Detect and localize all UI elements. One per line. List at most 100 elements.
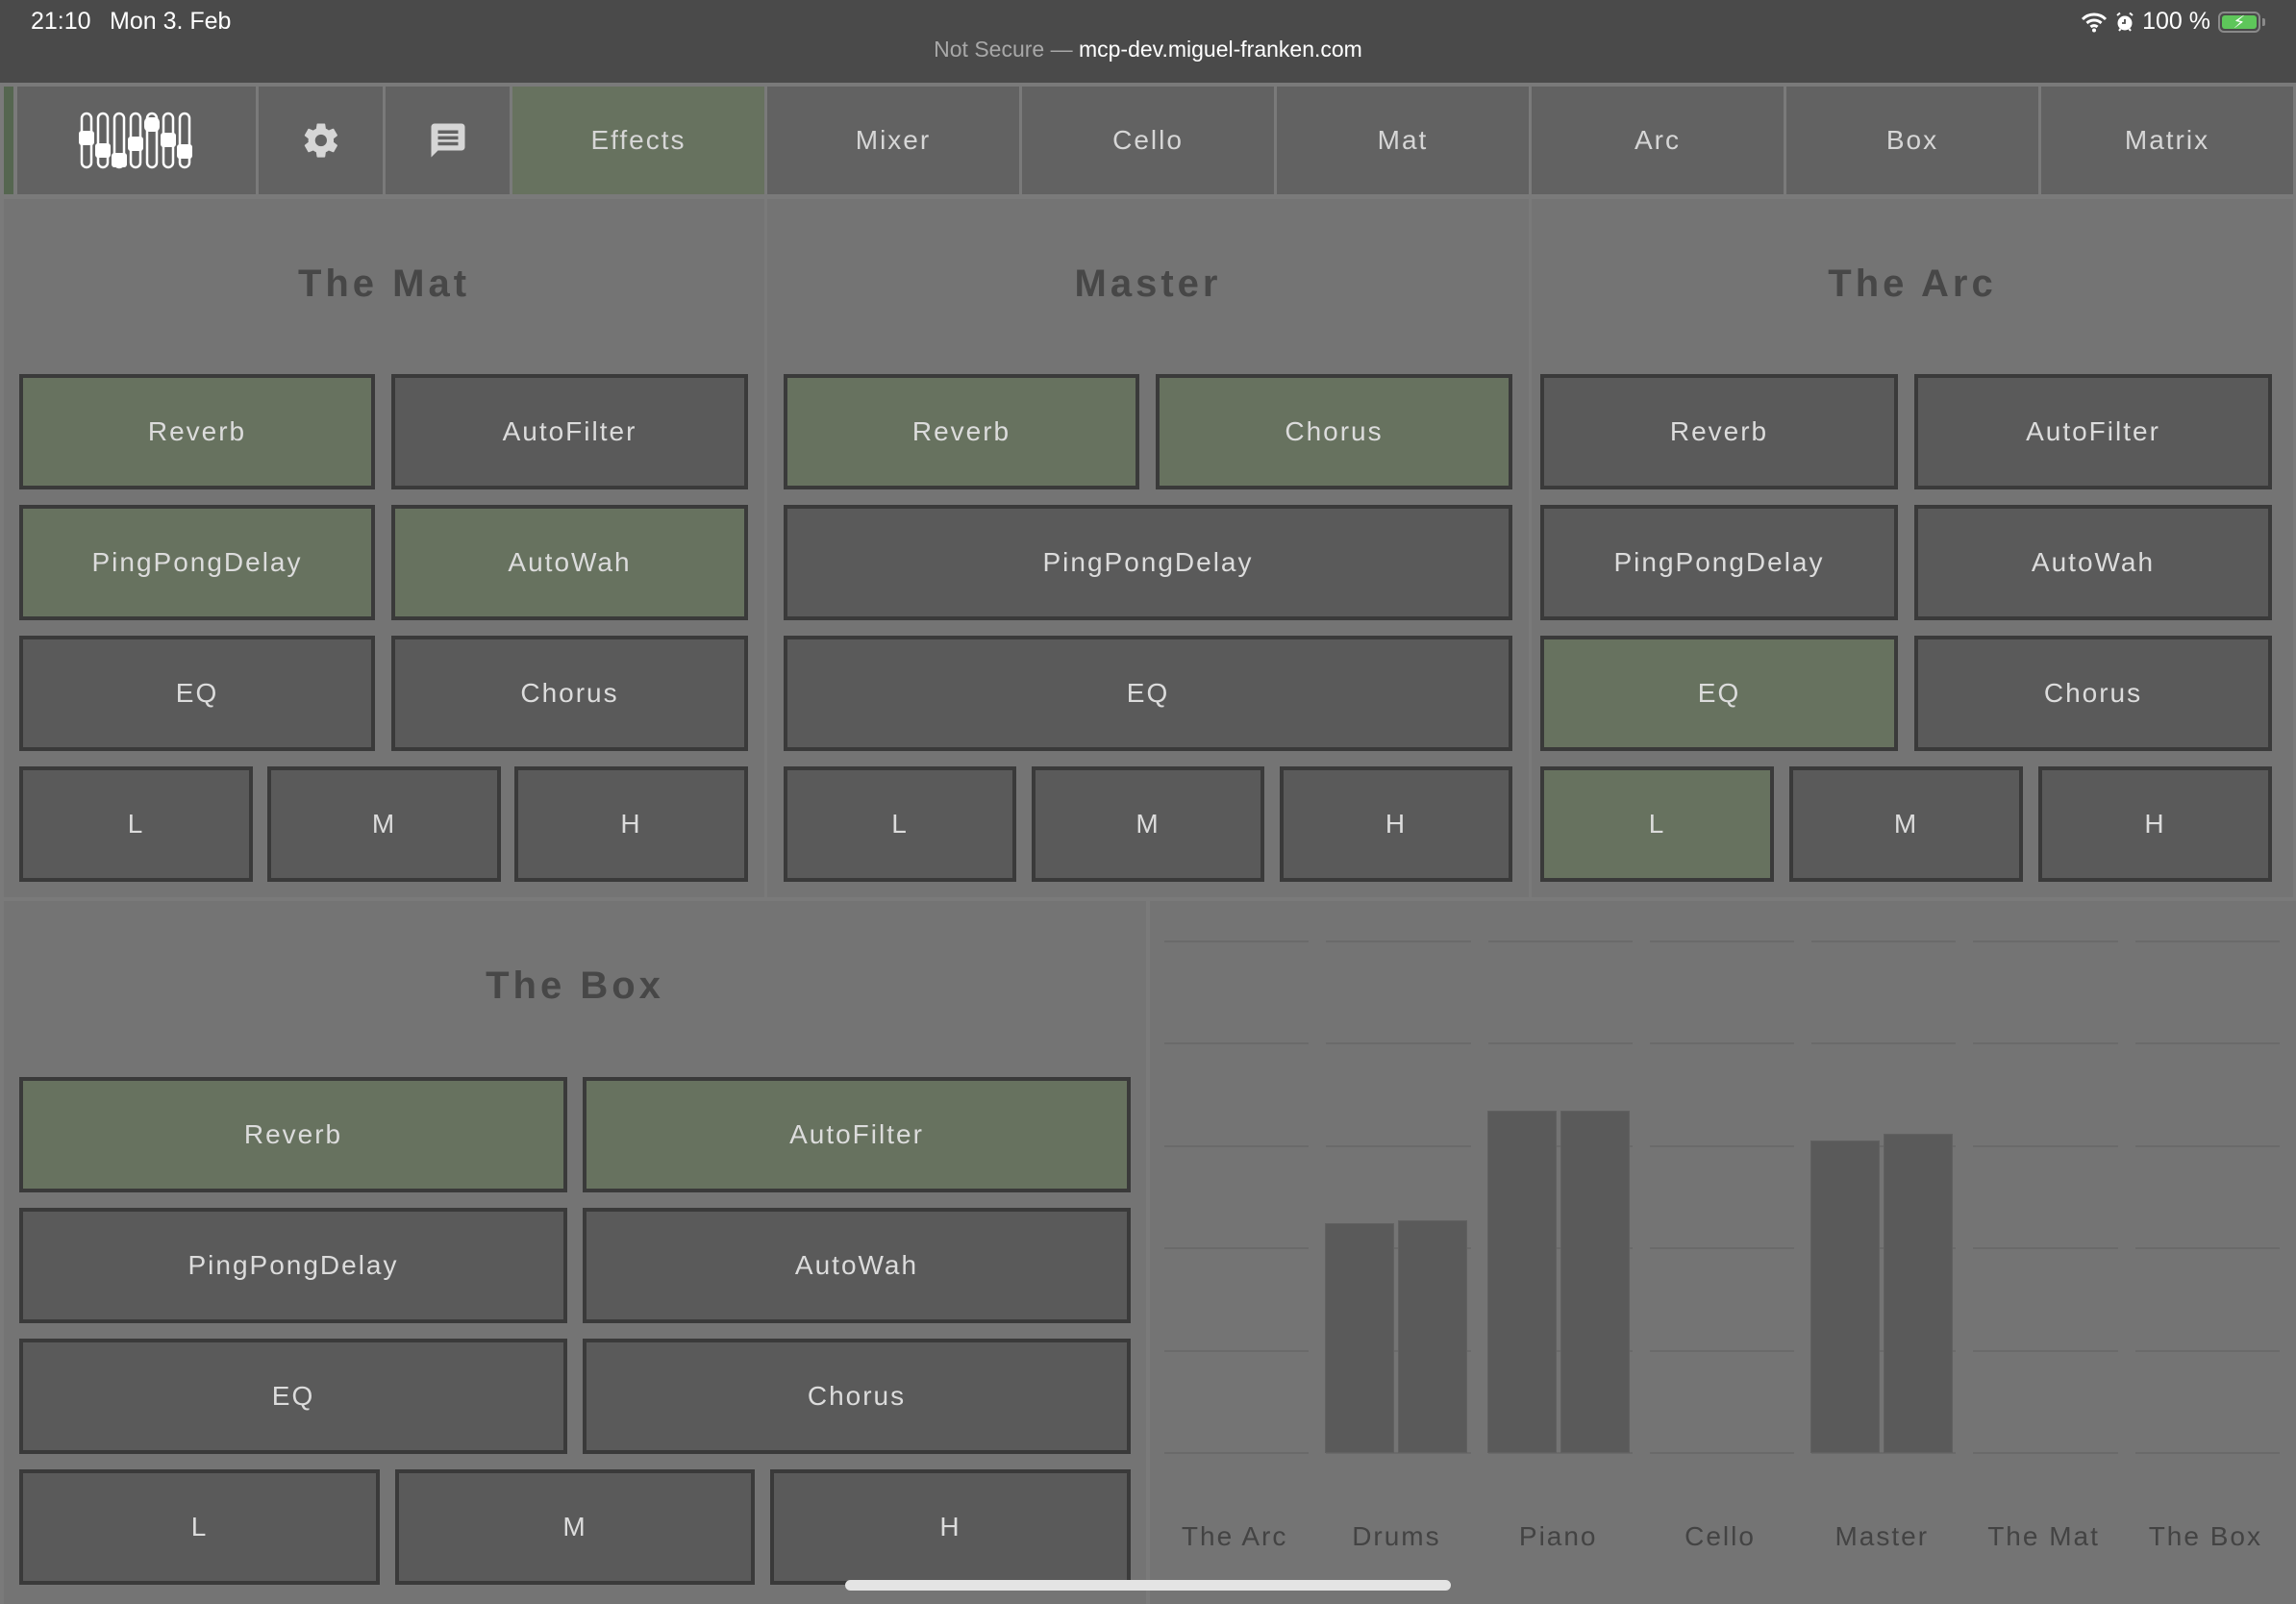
gridline xyxy=(1811,940,1957,942)
panel-the-box: The Box Reverb AutoFilter PingPongDelay … xyxy=(4,901,1146,1604)
master-band-low[interactable]: L xyxy=(784,766,1016,882)
box-effect-eq[interactable]: EQ xyxy=(19,1339,567,1454)
mat-band-low[interactable]: L xyxy=(19,766,253,882)
master-effect-chorus[interactable]: Chorus xyxy=(1156,374,1512,489)
mat-effect-chorus[interactable]: Chorus xyxy=(391,636,748,751)
mat-band-mid[interactable]: M xyxy=(267,766,501,882)
address-bar[interactable]: Not Secure — mcp-dev.miguel-franken.com xyxy=(0,37,2296,63)
gridline xyxy=(1649,1349,1795,1352)
active-indicator xyxy=(4,87,13,194)
bar-piano-left xyxy=(1486,1110,1557,1453)
gridline xyxy=(1164,1349,1310,1352)
gridline xyxy=(2134,1349,2280,1352)
battery-charging-icon: ⚡ xyxy=(2218,11,2260,33)
box-effect-autowah[interactable]: AutoWah xyxy=(583,1208,1131,1323)
arc-effect-autofilter[interactable]: AutoFilter xyxy=(1914,374,2272,489)
tab-box[interactable]: Box xyxy=(1786,87,2038,194)
gridline xyxy=(1164,1144,1310,1147)
x-tick-label: Master xyxy=(1834,1521,1930,1551)
gridline xyxy=(1164,940,1310,942)
mat-effect-autowah[interactable]: AutoWah xyxy=(391,505,748,620)
level-meter-chart: The Arc Drums Piano Cello Master The Mat The B… xyxy=(1150,901,2296,1604)
mat-effect-autofilter[interactable]: AutoFilter xyxy=(391,374,748,489)
status-time: 21:10 xyxy=(31,8,91,35)
gear-icon xyxy=(304,123,337,158)
box-band-high[interactable]: H xyxy=(770,1469,1131,1585)
alarm-icon xyxy=(2116,12,2134,32)
arc-effect-eq[interactable]: EQ xyxy=(1540,636,1898,751)
tab-arc[interactable]: Arc xyxy=(1532,87,1784,194)
gridline xyxy=(1811,1042,1957,1045)
bar-drums-right xyxy=(1398,1219,1468,1453)
mixer-home-button[interactable] xyxy=(17,87,256,194)
arc-band-low[interactable]: L xyxy=(1540,766,1774,882)
gridline xyxy=(2134,1247,2280,1250)
box-band-mid[interactable]: M xyxy=(395,1469,755,1585)
master-effect-pingpongdelay[interactable]: PingPongDelay xyxy=(784,505,1512,620)
nav-bar: Effects Mixer Cello Mat Arc Box Matrix xyxy=(0,83,2296,196)
gridline xyxy=(1649,1247,1795,1250)
url-text: mcp-dev.miguel-franken.com xyxy=(1078,37,1362,62)
bar-master-right xyxy=(1884,1133,1954,1453)
box-band-low[interactable]: L xyxy=(19,1469,380,1585)
master-effect-reverb[interactable]: Reverb xyxy=(784,374,1139,489)
master-effect-eq[interactable]: EQ xyxy=(784,636,1512,751)
box-effect-reverb[interactable]: Reverb xyxy=(19,1077,567,1192)
panel-master: Master Reverb Chorus PingPongDelay EQ L … xyxy=(767,199,1529,897)
panel-the-arc: The Arc Reverb AutoFilter PingPongDelay … xyxy=(1532,199,2293,897)
bar-master-left xyxy=(1810,1140,1881,1453)
gridline xyxy=(1164,1042,1310,1045)
panel-title: The Arc xyxy=(1828,263,1997,305)
box-effect-pingpongdelay[interactable]: PingPongDelay xyxy=(19,1208,567,1323)
panel-title: The Mat xyxy=(297,263,471,305)
home-indicator[interactable] xyxy=(845,1580,1451,1591)
not-secure-label: Not Secure — xyxy=(934,37,1073,62)
panel-title: Master xyxy=(1074,263,1222,305)
x-tick-label: The Arc xyxy=(1181,1521,1288,1551)
status-bar: 21:10 Mon 3. Feb Not Secure — mcp-dev.mi… xyxy=(0,0,2296,83)
x-tick-label: Cello xyxy=(1685,1521,1756,1551)
mixer-sliders-icon xyxy=(79,112,192,169)
box-effect-chorus[interactable]: Chorus xyxy=(583,1339,1131,1454)
chat-icon xyxy=(431,123,464,158)
gridline xyxy=(1973,1349,2118,1352)
gridline xyxy=(1326,940,1471,942)
gridline xyxy=(1164,1247,1310,1250)
x-tick-label: Piano xyxy=(1518,1521,1598,1551)
status-icons: 100 % ⚡ xyxy=(2081,8,2265,36)
mat-effect-pingpongdelay[interactable]: PingPongDelay xyxy=(19,505,375,620)
gridline xyxy=(1649,1042,1795,1045)
gridline xyxy=(1973,1144,2118,1147)
gridline xyxy=(1649,940,1795,942)
mat-effect-reverb[interactable]: Reverb xyxy=(19,374,375,489)
settings-button[interactable] xyxy=(259,87,383,194)
arc-effect-chorus[interactable]: Chorus xyxy=(1914,636,2272,751)
arc-effect-reverb[interactable]: Reverb xyxy=(1540,374,1898,489)
gridline xyxy=(1973,940,2118,942)
arc-effect-pingpongdelay[interactable]: PingPongDelay xyxy=(1540,505,1898,620)
mat-band-high[interactable]: H xyxy=(514,766,748,882)
arc-band-high[interactable]: H xyxy=(2038,766,2272,882)
gridline xyxy=(1973,1452,2118,1454)
master-band-mid[interactable]: M xyxy=(1032,766,1264,882)
chat-button[interactable] xyxy=(386,87,510,194)
mat-effect-eq[interactable]: EQ xyxy=(19,636,375,751)
tab-cello[interactable]: Cello xyxy=(1022,87,1274,194)
arc-band-mid[interactable]: M xyxy=(1789,766,2023,882)
tab-matrix[interactable]: Matrix xyxy=(2041,87,2293,194)
wifi-icon xyxy=(2082,13,2108,32)
gridline xyxy=(2134,1452,2280,1454)
tab-mat[interactable]: Mat xyxy=(1277,87,1529,194)
tab-mixer[interactable]: Mixer xyxy=(767,87,1019,194)
gridline xyxy=(2134,1042,2280,1045)
arc-effect-autowah[interactable]: AutoWah xyxy=(1914,505,2272,620)
gridline xyxy=(1487,940,1633,942)
gridline xyxy=(1973,1042,2118,1045)
panel-title: The Box xyxy=(486,965,664,1007)
gridline xyxy=(2134,940,2280,942)
x-tick-label: The Mat xyxy=(1987,1521,2100,1551)
box-effect-autofilter[interactable]: AutoFilter xyxy=(583,1077,1131,1192)
master-band-high[interactable]: H xyxy=(1280,766,1512,882)
battery-percent: 100 % xyxy=(2142,8,2210,35)
tab-effects[interactable]: Effects xyxy=(512,87,764,194)
